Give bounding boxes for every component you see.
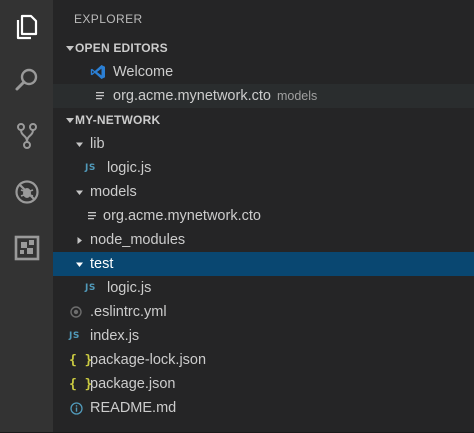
extensions-icon (14, 235, 39, 261)
tree-label: index.js (90, 328, 140, 344)
tree-label: models (90, 184, 137, 200)
workspace-label: MY-NETWORK (75, 113, 161, 127)
tree-file-models-cto[interactable]: org.acme.mynetwork.cto (53, 204, 474, 228)
tree-label: node_modules (90, 232, 186, 248)
chevron-down-icon (72, 188, 86, 197)
tree-file-eslintrc[interactable]: .eslintrc.yml (53, 300, 474, 324)
activity-bar (0, 0, 53, 433)
debug-icon (14, 180, 39, 204)
activity-source-control[interactable] (0, 108, 53, 164)
tree-file-lib-logic[interactable]: JS logic.js (53, 156, 474, 180)
tree-label: lib (90, 136, 105, 152)
open-editor-welcome[interactable]: Welcome (53, 60, 474, 84)
vscode-window: EXPLORER OPEN EDITORS Welcome org.acme.m… (0, 0, 474, 433)
javascript-file-icon: JS (85, 283, 96, 293)
tree-label: .eslintrc.yml (90, 304, 167, 320)
source-control-icon (16, 123, 37, 149)
tree-label: logic.js (107, 280, 152, 296)
vscode-logo-icon (90, 64, 113, 80)
tree-label: package.json (90, 376, 176, 392)
tree-file-test-logic[interactable]: JS logic.js (53, 276, 474, 300)
activity-extensions[interactable] (0, 220, 53, 276)
files-icon (16, 14, 37, 40)
search-icon (15, 68, 37, 91)
tree-folder-test[interactable]: test (53, 252, 474, 276)
json-file-icon: { } (69, 352, 93, 368)
chevron-down-icon (72, 140, 86, 149)
tree-file-package[interactable]: { } package.json (53, 372, 474, 396)
tree-label: logic.js (107, 160, 152, 176)
activity-debug[interactable] (0, 164, 53, 220)
open-editor-label: Welcome (113, 64, 174, 80)
info-icon (70, 401, 90, 415)
chevron-down-icon (53, 43, 75, 53)
explorer-title: EXPLORER (74, 12, 143, 26)
open-editors-label: OPEN EDITORS (75, 41, 168, 55)
chevron-down-icon (53, 115, 75, 125)
activity-explorer[interactable] (0, 2, 53, 52)
tree-folder-lib[interactable]: lib (53, 132, 474, 156)
javascript-file-icon: JS (69, 331, 80, 341)
tree-folder-node-modules[interactable]: node_modules (53, 228, 474, 252)
activity-search[interactable] (0, 52, 53, 108)
tree-label: README.md (90, 400, 177, 416)
chevron-right-icon (72, 236, 86, 245)
tree-label: org.acme.mynetwork.cto (103, 208, 261, 224)
lines-file-icon (88, 211, 103, 221)
tree-file-package-lock[interactable]: { } package-lock.json (53, 348, 474, 372)
open-editor-description: models (276, 89, 318, 103)
javascript-file-icon: JS (85, 163, 96, 173)
json-file-icon: { } (69, 376, 93, 392)
eslint-icon (70, 306, 90, 318)
tree-file-readme[interactable]: README.md (53, 396, 474, 420)
open-editors-header[interactable]: OPEN EDITORS (53, 36, 474, 60)
open-editor-label: org.acme.mynetwork.cto (113, 88, 271, 104)
workspace-header[interactable]: MY-NETWORK (53, 108, 474, 132)
tree-folder-models[interactable]: models (53, 180, 474, 204)
chevron-down-icon (72, 260, 86, 269)
tree-file-index[interactable]: JS index.js (53, 324, 474, 348)
explorer-panel: EXPLORER OPEN EDITORS Welcome org.acme.m… (53, 0, 474, 433)
lines-file-icon (96, 91, 113, 101)
tree-label: package-lock.json (90, 352, 207, 368)
tree-label: test (90, 256, 114, 272)
open-editor-cto[interactable]: org.acme.mynetwork.cto models (53, 84, 474, 108)
